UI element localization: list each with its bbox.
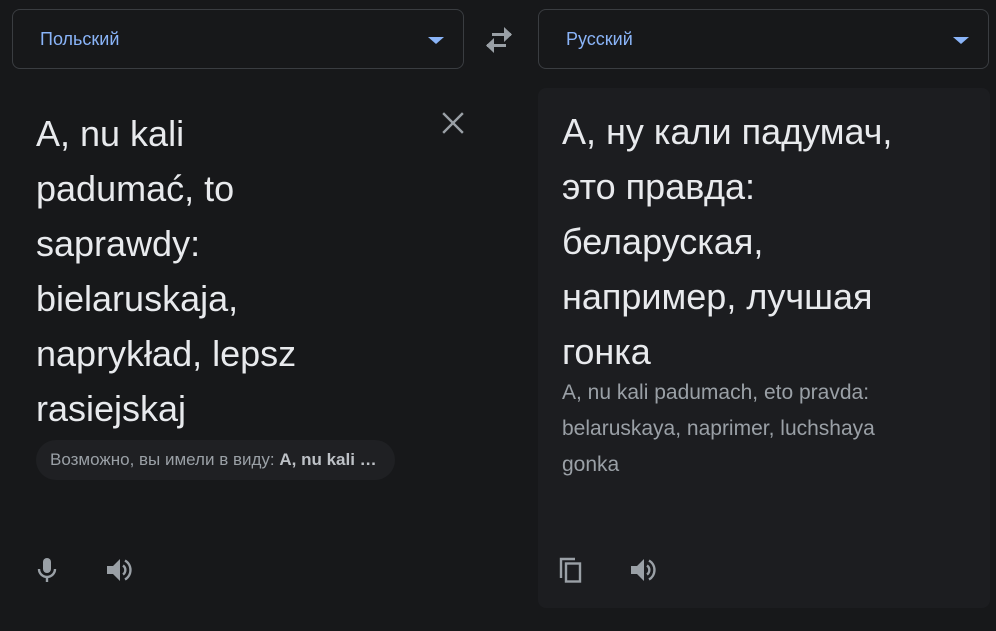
listen-source-button[interactable] — [103, 554, 135, 586]
chevron-down-icon — [428, 37, 444, 44]
swap-arrows-icon — [486, 27, 512, 53]
copy-translation-button[interactable] — [555, 554, 587, 586]
transliteration-text: A, nu kali padumach, eto pravda: belarus… — [562, 381, 875, 476]
source-text-input[interactable]: A, nu kali padumać, to saprawdy: bielaru… — [36, 106, 426, 436]
target-language-label: Русский — [566, 29, 633, 49]
source-panel: A, nu kali padumać, to saprawdy: bielaru… — [12, 88, 474, 608]
translation-text: А, ну кали падумач, это правда: беларуск… — [562, 111, 893, 372]
speaker-icon — [107, 559, 132, 581]
listen-translation-button[interactable] — [627, 554, 659, 586]
speaker-icon — [631, 559, 656, 581]
chevron-down-icon — [953, 37, 969, 44]
suggestion-prefix: Возможно, вы имели в виду: — [50, 450, 275, 469]
microphone-button[interactable] — [31, 554, 63, 586]
source-language-label: Польский — [40, 29, 120, 49]
close-icon — [442, 112, 464, 134]
microphone-icon — [37, 558, 57, 582]
target-language-select[interactable]: Русский — [538, 9, 989, 69]
translator-page: Польский Русский A, nu kali padumać, to … — [0, 0, 996, 631]
did-you-mean-suggestion[interactable]: Возможно, вы имели в виду: A, nu kali … — [36, 440, 395, 480]
clear-source-button[interactable] — [440, 110, 466, 136]
suggestion-value: A, nu kali … — [279, 450, 377, 469]
target-panel: А, ну кали падумач, это правда: беларуск… — [538, 88, 990, 608]
source-language-select[interactable]: Польский — [12, 9, 464, 69]
swap-languages-button[interactable] — [481, 24, 517, 56]
copy-icon — [559, 557, 582, 583]
